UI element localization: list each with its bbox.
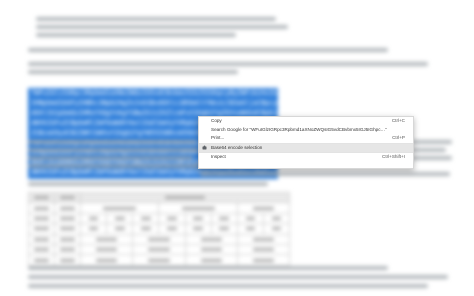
code-line: IHNpbmd1bGFyIHBhc3Npb24gZnJvbSBvdGhlciBh…: [31, 98, 278, 107]
menu-item-label: Print...: [211, 135, 225, 141]
menu-item-shortcut: Ctrl+Shift+I: [382, 154, 405, 160]
menu-item-label: Copy: [211, 118, 222, 123]
menu-item-copy[interactable]: Copy Ctrl+C: [199, 117, 413, 126]
menu-item-label: Base64 encode selection: [211, 144, 263, 150]
menu-item-shortcut: Ctrl+C: [391, 118, 405, 123]
menu-item-base64-encode[interactable]: Base64 encode selection: [199, 143, 413, 153]
menu-item-label: Inspect: [211, 154, 226, 160]
menu-item-label: Search Google for “WFuIGlzIGRpc3Rpbmd1aX…: [211, 126, 387, 132]
menu-item-shortcut: Ctrl+P: [392, 135, 405, 141]
context-menu: Copy Ctrl+C Search Google for “WFuIGlzIG…: [198, 116, 414, 169]
code-line: TWFuIGlzIGRpc3Rpbmd1aXNoZWQsIG5vdCBvbmx5…: [31, 89, 278, 97]
encoding-table: [27, 191, 291, 266]
menu-item-inspect[interactable]: Inspect Ctrl+Shift+I: [199, 153, 413, 162]
menu-item-print[interactable]: Print... Ctrl+P: [199, 134, 413, 143]
menu-item-search-google[interactable]: Search Google for “WFuIGlzIGRpc3Rpbmd1aX…: [199, 126, 413, 135]
extension-icon: [202, 145, 207, 150]
